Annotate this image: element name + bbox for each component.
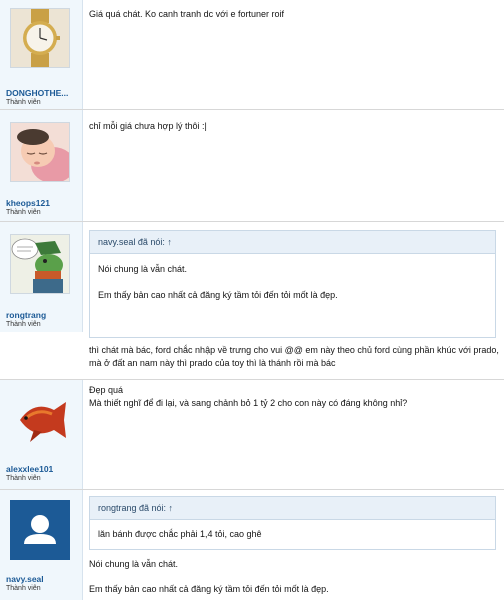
message-line: Mà thiết nghĩ để đi lại, và sang chảnh b…	[89, 398, 408, 408]
arowana-fish-icon	[20, 402, 66, 442]
avatar[interactable]	[10, 234, 70, 294]
user-title: Thành viên	[6, 321, 41, 328]
quote-line: lăn bánh được chắc phải 1,4 tỏi, cao ghê	[98, 529, 262, 539]
quote-body: lăn bánh được chắc phải 1,4 tỏi, cao ghê	[90, 520, 495, 546]
post-sidebar: alexxlee101 Thành viên	[0, 380, 83, 489]
post-message: Giá quá chát. Ko canh tranh dc với e for…	[89, 9, 285, 19]
message-line: thì chát mà bác, ford chắc nhập về trưng…	[89, 345, 499, 355]
gold-wristwatch-icon	[11, 9, 69, 67]
avatar[interactable]	[10, 390, 70, 450]
user-title: Thành viên	[6, 585, 41, 592]
message-line: Nói chung là vẫn chát.	[89, 559, 179, 569]
quote-line: Em thấy bản cao nhất cả đăng ký tầm tỏi …	[98, 290, 338, 300]
quote-block: navy.seal đã nói: ↑ Nói chung là vẫn chá…	[89, 230, 496, 338]
cartoon-crocodile-icon	[11, 235, 69, 293]
quote-header[interactable]: navy.seal đã nói: ↑	[90, 231, 495, 254]
post-sidebar: navy.seal Thành viên	[0, 490, 83, 600]
user-title: Thành viên	[6, 209, 41, 216]
post-message: Nói chung là vẫn chát. Em thấy bản cao n…	[89, 558, 500, 596]
avatar[interactable]	[10, 122, 70, 182]
sleeping-baby-icon	[11, 123, 69, 181]
quote-line: Nói chung là vẫn chát.	[98, 264, 188, 274]
username[interactable]: DONGHOTHE...	[6, 88, 68, 98]
quote-header[interactable]: rongtrang đã nói: ↑	[90, 497, 495, 520]
username[interactable]: kheops121	[6, 198, 50, 208]
post-sidebar: DONGHOTHE... Thành viên	[0, 0, 83, 109]
quote-body: Nói chung là vẫn chát. Em thấy bản cao n…	[90, 254, 495, 307]
post: navy.seal Thành viên rongtrang đã nói: ↑…	[0, 490, 504, 600]
post: rongtrang Thành viên navy.seal đã nói: ↑…	[0, 222, 504, 380]
post-message: chỉ mỗi giá chưa hợp lý thôi :|	[89, 121, 207, 131]
post: DONGHOTHE... Thành viên Giá quá chát. Ko…	[0, 0, 504, 110]
message-line: mà ở đất an nam này thì prado của toy th…	[89, 358, 336, 368]
post: kheops121 Thành viên chỉ mỗi giá chưa hợ…	[0, 110, 504, 222]
post-sidebar: kheops121 Thành viên	[0, 110, 83, 221]
message-line: Em thấy bản cao nhất cả đăng ký tầm tỏi …	[89, 584, 329, 594]
post-message: Đẹp quá Mà thiết nghĩ để đi lại, và sang…	[89, 384, 500, 410]
avatar[interactable]	[10, 8, 70, 68]
avatar[interactable]	[10, 500, 70, 560]
post: alexxlee101 Thành viên Đẹp quá Mà thiết …	[0, 380, 504, 490]
default-user-icon	[10, 500, 70, 560]
user-title: Thành viên	[6, 475, 41, 482]
post-sidebar: rongtrang Thành viên	[0, 222, 83, 332]
message-line: Đẹp quá	[89, 385, 124, 395]
username[interactable]: alexxlee101	[6, 464, 53, 474]
username[interactable]: rongtrang	[6, 310, 46, 320]
username[interactable]: navy.seal	[6, 574, 44, 584]
post-message: thì chát mà bác, ford chắc nhập về trưng…	[89, 344, 500, 370]
user-title: Thành viên	[6, 99, 41, 106]
quote-block: rongtrang đã nói: ↑ lăn bánh được chắc p…	[89, 496, 496, 550]
